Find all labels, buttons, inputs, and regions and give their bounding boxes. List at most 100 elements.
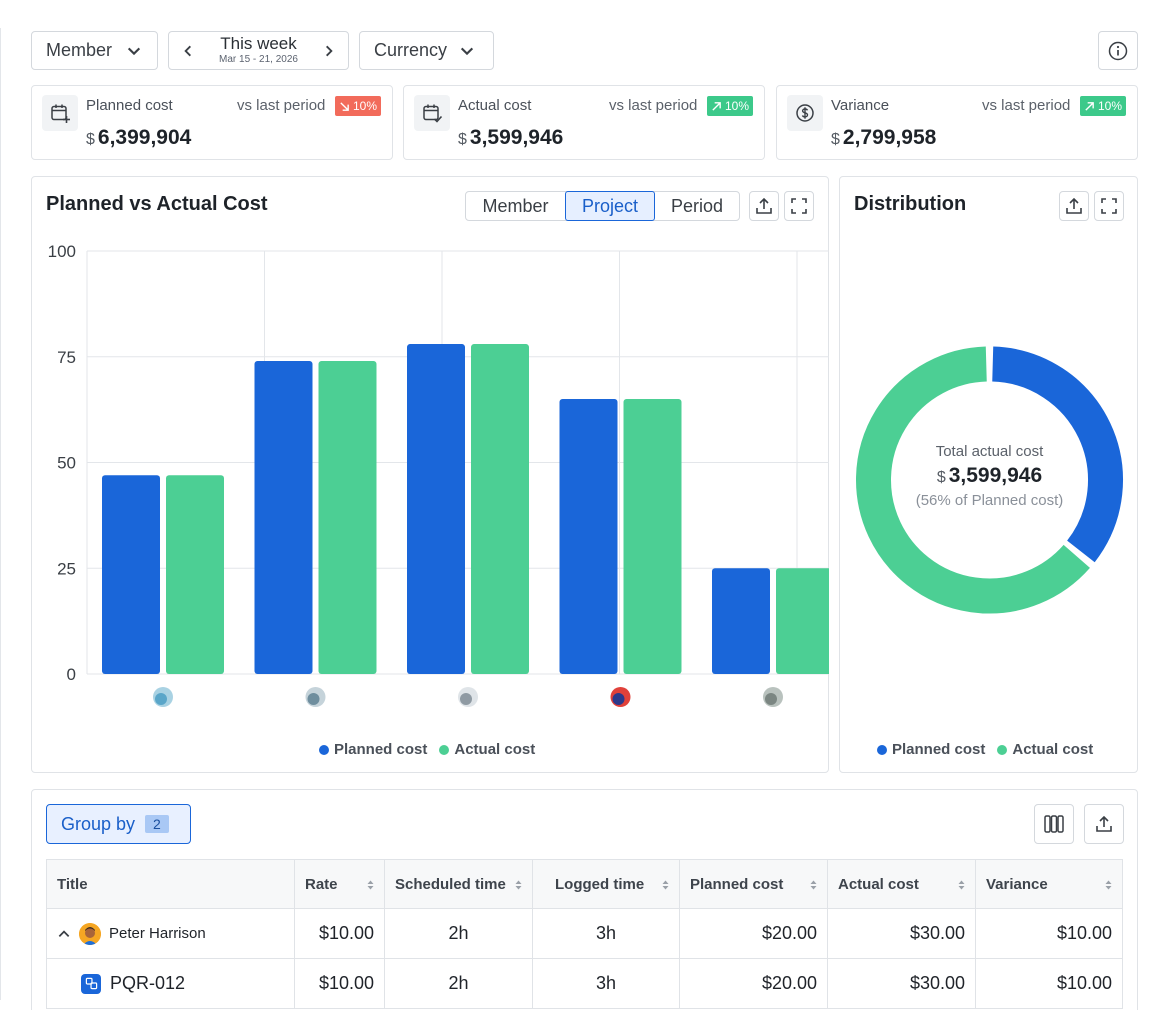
week-label[interactable]: This week Mar 15 - 21, 2026	[219, 34, 298, 67]
sort-icon	[367, 880, 374, 890]
bar-actual	[471, 344, 529, 674]
legend-dot-planned	[319, 744, 329, 755]
y-tick-label: 75	[57, 348, 76, 367]
bar-chart-legend: Planned cost Actual cost	[319, 741, 535, 758]
legend-label: Planned cost	[892, 741, 986, 758]
bar-planned	[712, 568, 770, 674]
actual-cost-cell: $30.00	[828, 959, 976, 1008]
kpi-card-actual-cost: Actual cost vs last period 10% $3,599,94…	[403, 85, 765, 160]
currency-dropdown[interactable]: Currency	[359, 31, 494, 70]
bar-planned	[102, 475, 160, 674]
column-header-label: Logged time	[555, 875, 645, 893]
column-header-variance[interactable]: Variance	[976, 860, 1122, 908]
sort-icon	[662, 880, 669, 890]
group-by-label: Group by	[61, 813, 136, 834]
legend-label: Actual cost	[454, 741, 536, 758]
cost-table: Title Rate Scheduled time Logged time Pl…	[46, 859, 1123, 1009]
donut-center-note: (56% of Planned cost)	[915, 492, 1064, 509]
category-avatar	[305, 687, 326, 707]
legend-item-planned[interactable]: Planned cost	[877, 741, 985, 758]
legend-item-actual[interactable]: Actual cost	[439, 741, 535, 758]
bar-chart-panel: Planned vs Actual Cost Member Project Pe…	[31, 176, 829, 773]
actual-cost-cell: $30.00	[828, 909, 976, 958]
category-avatar	[153, 687, 173, 707]
cost-table-panel: Group by 2 Title Rate Scheduled time Log…	[31, 789, 1138, 1010]
kpi-value: $2,799,958	[831, 126, 936, 150]
chevron-up-icon[interactable]	[57, 927, 71, 941]
table-row-group[interactable]: Peter Harrison $10.00 2h 3h $20.00 $30.0…	[47, 909, 1122, 959]
chevron-down-icon	[460, 47, 474, 55]
column-header-label: Rate	[305, 875, 338, 893]
column-header-rate[interactable]: Rate	[295, 860, 385, 908]
currency-symbol: $	[86, 131, 95, 148]
category-avatar	[610, 687, 631, 707]
column-header-label: Scheduled time	[395, 875, 506, 893]
legend-dot-actual	[997, 744, 1008, 755]
kpi-vs-label: vs last period	[982, 97, 1071, 114]
member-filter-label: Member	[46, 40, 113, 60]
trend-badge-up: 10%	[707, 96, 754, 116]
kpi-vs-label: vs last period	[237, 97, 326, 114]
rate-cell: $10.00	[295, 909, 385, 958]
donut-center-amount: 3,599,946	[948, 464, 1043, 487]
chevron-right-icon[interactable]	[322, 44, 336, 58]
trend-badge-value: 10%	[353, 99, 378, 113]
member-filter-dropdown[interactable]: Member	[31, 31, 158, 70]
category-avatar	[458, 687, 478, 707]
sort-icon	[515, 880, 522, 890]
kpi-card-variance: Variance vs last period 10% $2,799,958	[776, 85, 1138, 160]
arrow-up-right-icon	[1085, 101, 1094, 111]
week-navigator: This week Mar 15 - 21, 2026	[168, 31, 349, 70]
group-by-button[interactable]: Group by 2	[46, 804, 191, 844]
task-icon	[81, 973, 101, 994]
info-button[interactable]	[1098, 31, 1138, 70]
week-range: Mar 15 - 21, 2026	[219, 53, 298, 65]
column-header-title[interactable]: Title	[47, 860, 295, 908]
export-table-button[interactable]	[1084, 804, 1124, 844]
calendar-check-icon	[414, 95, 450, 131]
info-icon	[1108, 41, 1128, 60]
column-header-label: Planned cost	[690, 875, 784, 893]
distribution-legend: Planned cost Actual cost	[877, 741, 1093, 758]
currency-symbol: $	[831, 131, 840, 148]
y-tick-label: 25	[57, 559, 76, 578]
column-header-scheduled-time[interactable]: Scheduled time	[385, 860, 533, 908]
bar-planned	[254, 360, 313, 674]
legend-item-actual[interactable]: Actual cost	[997, 741, 1093, 758]
donut-center: Total actual cost $3,599,946 (56% of Pla…	[840, 443, 1139, 509]
column-header-logged-time[interactable]: Logged time	[533, 860, 680, 908]
logged-time-cell: 3h	[533, 909, 680, 958]
arrow-down-right-icon	[340, 101, 349, 111]
sort-icon	[1105, 880, 1112, 890]
column-header-actual-cost[interactable]: Actual cost	[828, 860, 976, 908]
kpi-value: $3,599,946	[458, 126, 563, 150]
variance-cell: $10.00	[1056, 973, 1112, 993]
rate-cell: $10.00	[295, 959, 385, 1008]
trend-badge-value: 10%	[725, 99, 750, 113]
legend-item-planned[interactable]: Planned cost	[319, 741, 427, 758]
legend-dot-planned	[877, 744, 887, 755]
distribution-panel: Distribution Total actual cost $3,599,94…	[839, 176, 1138, 773]
chevron-left-icon[interactable]	[181, 44, 195, 58]
column-header-planned-cost[interactable]: Planned cost	[680, 860, 828, 908]
planned-cost-cell: $20.00	[680, 909, 828, 958]
logged-time-cell: 3h	[533, 959, 680, 1008]
kpi-label: Variance	[831, 97, 890, 114]
planned-cost-cell: $20.00	[680, 959, 828, 1008]
calendar-plus-icon	[42, 95, 78, 131]
dollar-circle-icon	[787, 95, 823, 131]
scheduled-time-cell: 2h	[385, 959, 533, 1008]
currency-symbol: $	[458, 131, 467, 148]
table-row[interactable]: PQR-012 $10.00 2h 3h $20.00 $30.00 $10.0…	[47, 959, 1122, 1009]
row-title: PQR-012	[110, 973, 186, 993]
kpi-value: $6,399,904	[86, 126, 191, 150]
variance-cell: $10.00	[1056, 923, 1112, 943]
columns-button[interactable]	[1034, 804, 1074, 844]
bar-actual	[318, 360, 377, 674]
y-tick-label: 50	[57, 454, 76, 473]
bar-chart: 0 25 50 75 100	[48, 242, 829, 707]
trend-badge-up: 10%	[1080, 96, 1127, 116]
column-header-label: Variance	[986, 875, 1048, 893]
table-header-row: Title Rate Scheduled time Logged time Pl…	[47, 860, 1122, 909]
bar-actual	[166, 475, 224, 674]
